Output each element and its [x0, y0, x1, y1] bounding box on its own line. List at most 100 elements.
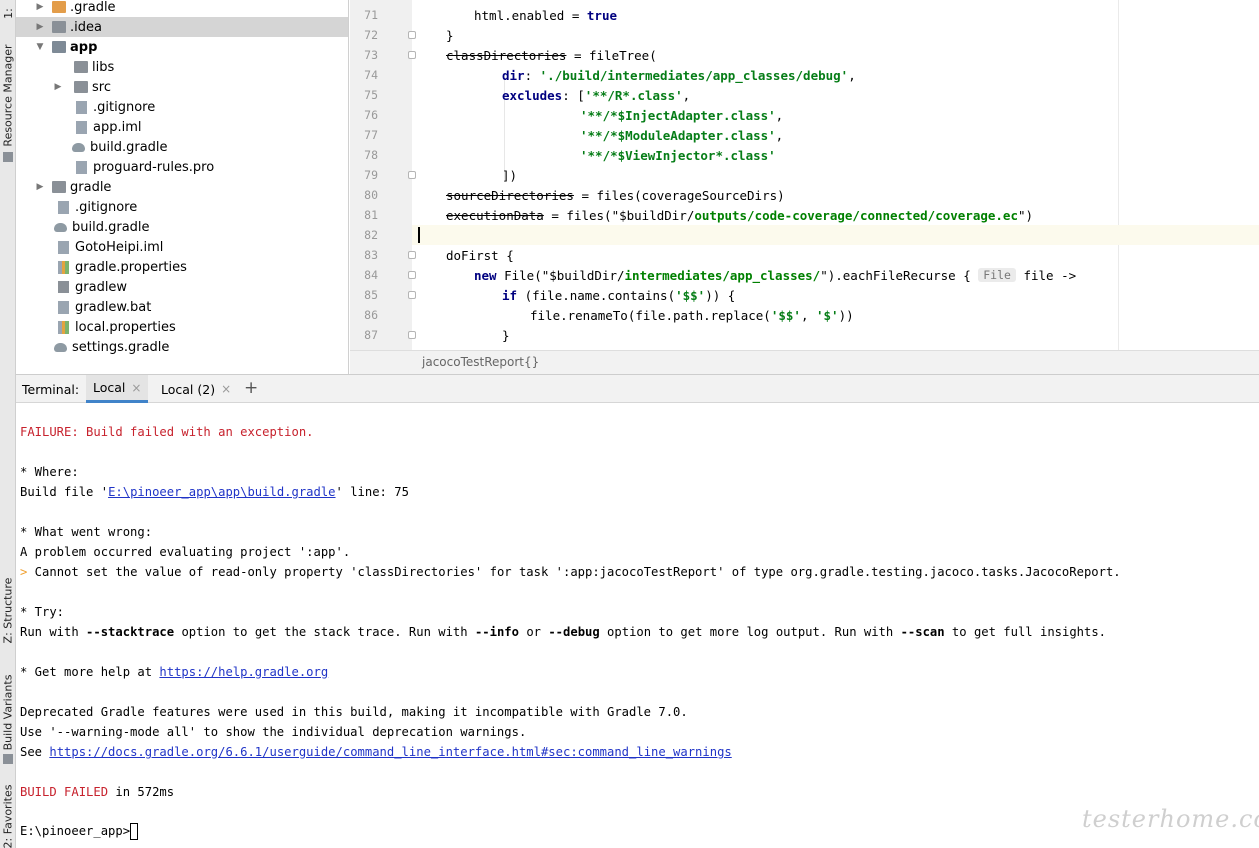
tree-item-root-gitignore[interactable]: .gitignore: [16, 197, 348, 217]
watermark: testerhome.com: [1082, 805, 1259, 833]
tree-item-gradle-folder[interactable]: ▶ gradle: [16, 177, 348, 197]
shell-file-icon: [58, 281, 69, 293]
iml-file-icon: [58, 240, 69, 254]
iml-file-icon: [76, 120, 87, 134]
editor-breadcrumb: jacocoTestReport{}: [350, 350, 1259, 374]
structure-label: Z: Structure: [1, 577, 15, 643]
tree-item-local-properties[interactable]: local.properties: [16, 317, 348, 337]
breadcrumb-item[interactable]: jacocoTestReport{}: [422, 355, 539, 369]
tree-item-gradle-properties[interactable]: gradle.properties: [16, 257, 348, 277]
folder-orange-icon: [52, 1, 66, 13]
cannot-set-line: > Cannot set the value of read-only prop…: [20, 565, 1121, 579]
tree-item-src[interactable]: ▶ src: [16, 77, 348, 97]
see-line: See https://docs.gradle.org/6.6.1/usergu…: [20, 745, 732, 759]
tree-item-libs[interactable]: libs: [16, 57, 348, 77]
tree-item-label: src: [92, 79, 111, 95]
structure-tab[interactable]: Z: Structure: [0, 570, 16, 650]
folder-icon: [52, 21, 66, 33]
favorites-tab[interactable]: 2: Favorites: [0, 784, 16, 848]
tree-item-label: app.iml: [93, 119, 142, 135]
code-line-84: new File("$buildDir/intermediates/app_cl…: [474, 267, 1077, 283]
project-tool-tab[interactable]: 1:: [0, 0, 16, 26]
build-file-line: Build file 'E:\pinoeer_app\app\build.gra…: [20, 485, 409, 499]
code-line-87: }: [502, 327, 510, 343]
tree-item-gradle-dir[interactable]: ▶ .gradle: [16, 0, 348, 17]
build-failed-line: BUILD FAILED in 572ms: [20, 785, 175, 799]
tree-item-label: build.gradle: [90, 139, 168, 155]
resource-manager-tab[interactable]: Resource Manager: [0, 40, 16, 150]
gradle-file-icon: [72, 142, 85, 152]
code-line-72: }: [446, 27, 454, 43]
prompt-line[interactable]: E:\pinoeer_app>: [20, 823, 139, 843]
code-line-81: executionData = files("$buildDir/outputs…: [446, 207, 1034, 223]
tree-item-idea[interactable]: ▶ .idea: [16, 17, 348, 37]
tree-item-app-gitignore[interactable]: .gitignore: [16, 97, 348, 117]
line-number: 82: [364, 228, 378, 242]
code-editor[interactable]: 71 72 73 74 75 76 77 78 79 80 81 82 83 8…: [350, 0, 1259, 350]
tree-item-gotoheipi-iml[interactable]: GotoHeipi.iml: [16, 237, 348, 257]
tree-item-proguard[interactable]: proguard-rules.pro: [16, 157, 348, 177]
warning-mode-line: Use '--warning-mode all' to show the ind…: [20, 725, 527, 739]
editor-gutter: 71 72 73 74 75 76 77 78 79 80 81 82 83 8…: [350, 0, 412, 350]
tree-item-label: gradlew.bat: [75, 299, 152, 315]
help-link[interactable]: https://help.gradle.org: [159, 665, 328, 679]
tree-item-label: gradle: [70, 179, 112, 195]
code-line-82-current[interactable]: [412, 225, 1259, 245]
tree-item-gradlew-bat[interactable]: gradlew.bat: [16, 297, 348, 317]
gradle-file-icon: [54, 342, 67, 352]
tab-local-2[interactable]: Local (2) ×: [154, 375, 238, 403]
code-line-77: '**/*$ModuleAdapter.class',: [580, 127, 784, 143]
close-icon[interactable]: ×: [131, 381, 141, 395]
terminal-cursor: [130, 823, 139, 840]
code-line-78: '**/*$ViewInjector*.class': [580, 147, 776, 163]
problem-line: A problem occurred evaluating project ':…: [20, 545, 351, 559]
tree-item-app-build-gradle[interactable]: build.gradle: [16, 137, 348, 157]
tree-item-label: local.properties: [75, 319, 176, 335]
tab-local[interactable]: Local ×: [86, 375, 149, 403]
resource-manager-label: Resource Manager: [1, 43, 15, 147]
line-number: 87: [364, 328, 378, 342]
try-heading: * Try:: [20, 605, 65, 619]
line-number: 79: [364, 168, 378, 182]
gitignore-file-icon: [76, 100, 87, 114]
parameter-hint: File: [978, 268, 1016, 282]
tree-item-label: build.gradle: [72, 219, 150, 235]
run-with-line: Run with --stacktrace option to get the …: [20, 625, 1107, 639]
tree-item-gradlew[interactable]: gradlew: [16, 277, 348, 297]
module-folder-icon: [52, 41, 66, 53]
code-line-83: doFirst {: [446, 247, 514, 263]
tree-item-settings-gradle[interactable]: settings.gradle: [16, 337, 348, 357]
add-tab-icon[interactable]: +: [244, 378, 258, 398]
text-caret: [418, 227, 420, 243]
collapse-arrow-icon[interactable]: ▼: [34, 42, 46, 52]
expand-arrow-icon[interactable]: ▶: [34, 182, 46, 192]
expand-arrow-icon[interactable]: ▶: [34, 2, 46, 12]
folder-icon: [52, 181, 66, 193]
terminal-title: Terminal:: [22, 382, 80, 397]
code-line-85: if (file.name.contains('$$')) {: [502, 287, 736, 303]
tree-item-label: .gradle: [70, 0, 116, 15]
tree-item-app[interactable]: ▼ app: [16, 37, 348, 57]
gitignore-file-icon: [58, 200, 69, 214]
expand-arrow-icon[interactable]: ▶: [34, 22, 46, 32]
tree-item-label: settings.gradle: [72, 339, 170, 355]
code-line-73: classDirectories = fileTree(: [446, 47, 657, 63]
terminal-output[interactable]: FAILURE: Build failed with an exception.…: [16, 403, 1259, 848]
line-number: 84: [364, 268, 378, 282]
code-line-76: '**/*$InjectAdapter.class',: [580, 107, 784, 123]
build-variants-label: Build Variants: [1, 674, 15, 750]
line-number: 71: [364, 8, 378, 22]
line-number: 86: [364, 308, 378, 322]
build-file-link[interactable]: E:\pinoeer_app\app\build.gradle: [108, 485, 335, 499]
tree-item-root-build-gradle[interactable]: build.gradle: [16, 217, 348, 237]
close-icon[interactable]: ×: [221, 382, 231, 396]
docs-link[interactable]: https://docs.gradle.org/6.6.1/userguide/…: [49, 745, 731, 759]
properties-file-icon: [58, 260, 69, 274]
code-line-86: file.renameTo(file.path.replace('$$', '$…: [530, 307, 854, 323]
tree-item-app-iml[interactable]: app.iml: [16, 117, 348, 137]
expand-arrow-icon[interactable]: ▶: [52, 82, 64, 92]
code-line-75: excludes: ['**/R*.class',: [502, 87, 691, 103]
build-variants-tab[interactable]: Build Variants: [0, 672, 16, 752]
tree-item-label: .gitignore: [93, 99, 156, 115]
tree-item-label: .idea: [70, 19, 102, 35]
